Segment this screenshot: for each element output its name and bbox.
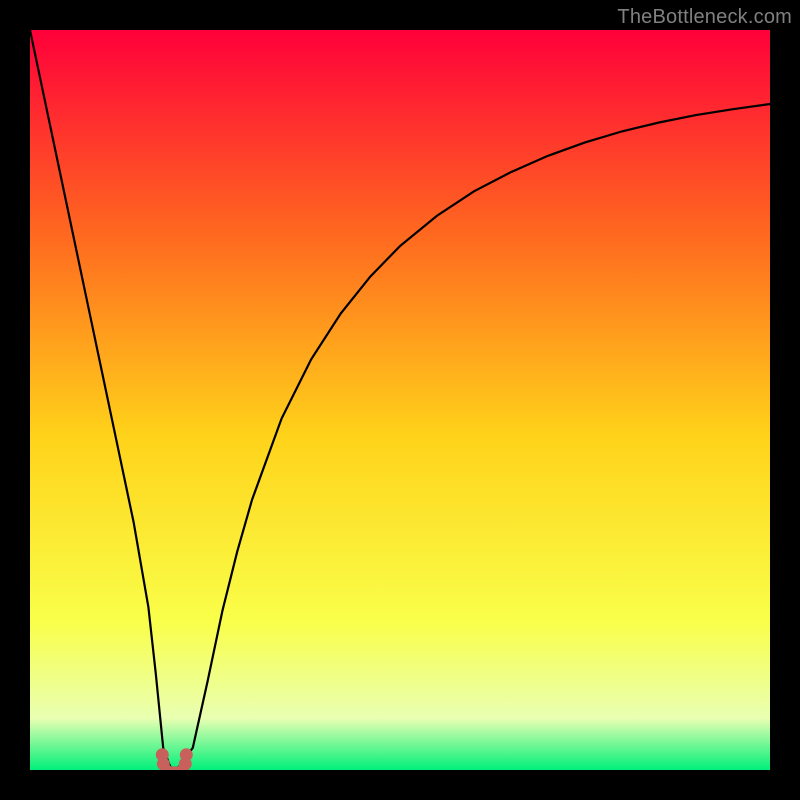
chart-frame: TheBottleneck.com [0,0,800,800]
plot-area [30,30,770,770]
watermark-text: TheBottleneck.com [617,6,792,29]
chart-svg [30,30,770,770]
gradient-background [30,30,770,770]
